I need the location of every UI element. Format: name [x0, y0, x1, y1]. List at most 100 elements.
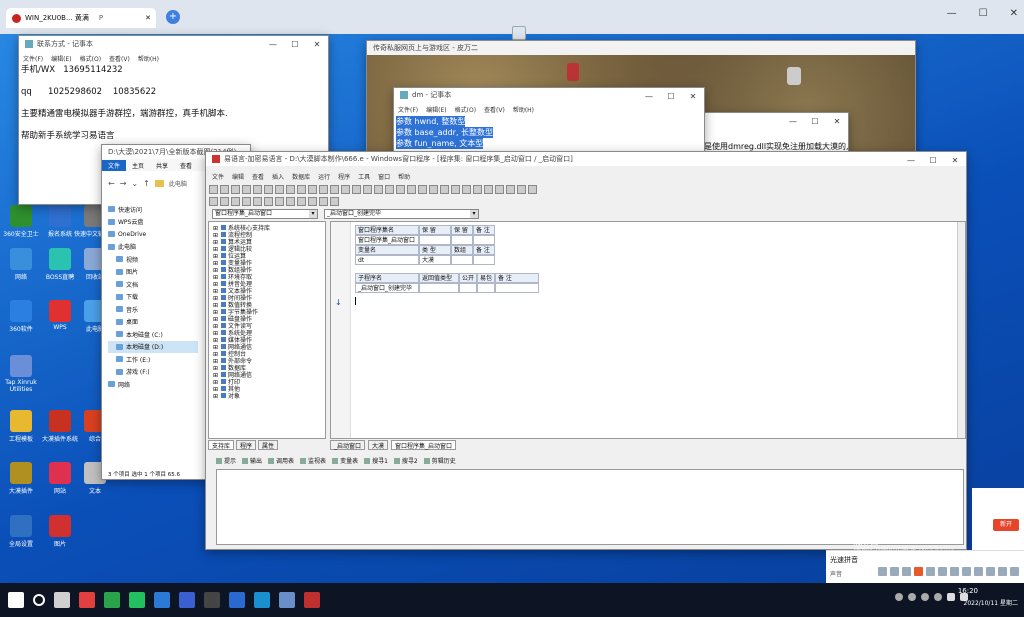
app-icon[interactable]: [304, 592, 320, 608]
nav-item[interactable]: 下载: [108, 291, 198, 304]
expand-icon[interactable]: ⊞: [213, 372, 219, 379]
browser-tab[interactable]: WIN_2KU0B... 黄满 P ✕: [6, 8, 156, 28]
app-icon[interactable]: [254, 592, 270, 608]
toolbar-button-icon[interactable]: [451, 185, 460, 194]
ide-menu-item[interactable]: 插入: [272, 172, 284, 181]
tree-item[interactable]: ⊞ 流程控制: [213, 232, 325, 239]
expand-icon[interactable]: ⊞: [213, 386, 219, 393]
table-cell[interactable]: 窗口程序集_启动窗口: [355, 235, 419, 245]
tree-item[interactable]: ⊞ 数据库: [213, 365, 325, 372]
expand-icon[interactable]: ⊞: [213, 316, 219, 323]
expand-icon[interactable]: ⊞: [213, 239, 219, 246]
maximize-icon[interactable]: ☐: [922, 152, 944, 168]
table-cell[interactable]: _启动窗口_创建完毕: [355, 283, 419, 293]
app-icon[interactable]: [204, 592, 220, 608]
clock-date[interactable]: 2022/10/11 星期二: [964, 598, 1019, 607]
tree-item[interactable]: ⊞ 其他: [213, 386, 325, 393]
ime-tool-icon[interactable]: [950, 567, 959, 576]
tab-support[interactable]: 支持库: [208, 440, 235, 450]
address-path[interactable]: 此电脑: [169, 179, 187, 188]
maximize-icon[interactable]: ☐: [979, 8, 988, 19]
tray-icon[interactable]: [921, 593, 929, 601]
toolbar-button-icon[interactable]: [297, 185, 306, 194]
chevron-down-icon[interactable]: ▾: [309, 210, 317, 218]
menu-item[interactable]: 格式(O): [80, 54, 101, 63]
toolbar-button-icon[interactable]: [242, 185, 251, 194]
ribbon-file-tab[interactable]: 文件: [102, 159, 127, 171]
tree-item[interactable]: ⊞ 数组操作: [213, 267, 325, 274]
ime-tool-icon[interactable]: [1010, 567, 1019, 576]
bottom-tab[interactable]: 搜寻2: [393, 456, 418, 465]
nav-item[interactable]: 此电脑: [108, 241, 198, 254]
toolbar-button-icon[interactable]: [484, 185, 493, 194]
maximize-icon[interactable]: ☐: [660, 88, 682, 104]
menu-item[interactable]: 帮助(H): [513, 105, 534, 114]
toolbar-button-icon[interactable]: [264, 197, 273, 206]
expand-icon[interactable]: ⊞: [213, 302, 219, 309]
ide-menu-item[interactable]: 文件: [212, 172, 224, 181]
tree-item[interactable]: ⊞ 位运算: [213, 253, 325, 260]
notepad-icon[interactable]: [279, 592, 295, 608]
app-icon[interactable]: [79, 592, 95, 608]
expand-icon[interactable]: ⊞: [213, 309, 219, 316]
toolbar-button-icon[interactable]: [308, 197, 317, 206]
desktop-icon[interactable]: 图片: [35, 515, 85, 548]
doc-tab[interactable]: 大漠: [368, 440, 389, 450]
toolbar-button-icon[interactable]: [264, 185, 273, 194]
nav-item[interactable]: OneDrive: [108, 228, 198, 241]
expand-icon[interactable]: ⊞: [213, 232, 219, 239]
close-icon[interactable]: ✕: [306, 36, 328, 52]
app-icon[interactable]: [154, 592, 170, 608]
bottom-tab[interactable]: 输出: [242, 456, 262, 465]
tree-item[interactable]: ⊞ 算术运算: [213, 239, 325, 246]
tree-item[interactable]: ⊞ 系统处理: [213, 330, 325, 337]
search-icon[interactable]: [33, 594, 45, 606]
toolbar-button-icon[interactable]: [429, 185, 438, 194]
nav-item[interactable]: 文档: [108, 278, 198, 291]
table-cell[interactable]: [495, 283, 539, 293]
toolbar-button-icon[interactable]: [418, 185, 427, 194]
nav-item[interactable]: 音乐: [108, 303, 198, 316]
close-icon[interactable]: ✕: [944, 152, 966, 168]
toolbar-button-icon[interactable]: [209, 197, 218, 206]
menu-item[interactable]: 查看(V): [484, 105, 505, 114]
toolbar-button-icon[interactable]: [231, 185, 240, 194]
nav-item[interactable]: WPS云盘: [108, 216, 198, 229]
table-cell[interactable]: [459, 283, 477, 293]
expand-icon[interactable]: ⊞: [213, 225, 219, 232]
ide-menu-item[interactable]: 窗口: [378, 172, 390, 181]
nav-item[interactable]: 工作 (E:): [108, 353, 198, 366]
tree-item[interactable]: ⊞ 环境存取: [213, 274, 325, 281]
ime-tool-icon[interactable]: [998, 567, 1007, 576]
ime-tool-icon[interactable]: [938, 567, 947, 576]
clock-time[interactable]: 16:20: [958, 587, 978, 595]
nav-item[interactable]: 桌面: [108, 316, 198, 329]
vertical-scrollbar[interactable]: [957, 222, 965, 438]
tree-item[interactable]: ⊞ 字节集操作: [213, 309, 325, 316]
table-cell[interactable]: [473, 255, 495, 265]
ime-tool-icon[interactable]: [914, 567, 923, 576]
ime-tool-icon[interactable]: [974, 567, 983, 576]
minimize-icon[interactable]: —: [900, 152, 922, 168]
tree-item[interactable]: ⊞ 变量操作: [213, 260, 325, 267]
tree-item[interactable]: ⊞ 数值转换: [213, 302, 325, 309]
toolbar-button-icon[interactable]: [275, 185, 284, 194]
toolbar-button-icon[interactable]: [209, 185, 218, 194]
toolbar-button-icon[interactable]: [231, 197, 240, 206]
tree-item[interactable]: ⊞ 网络通信: [213, 344, 325, 351]
back-icon[interactable]: ←: [108, 179, 115, 188]
table-cell[interactable]: [477, 283, 495, 293]
close-icon[interactable]: ✕: [145, 14, 151, 22]
ide-menu-item[interactable]: 查看: [252, 172, 264, 181]
expand-icon[interactable]: ⊞: [213, 365, 219, 372]
menu-item[interactable]: 格式(O): [455, 105, 476, 114]
tree-item[interactable]: ⊞ 控制台: [213, 351, 325, 358]
app-icon[interactable]: [179, 592, 195, 608]
code-editor[interactable]: ↓ 窗口程序集名 保 留 保 留 备 注 窗口程序集_启动窗口 变量名 类 型 …: [330, 221, 966, 439]
toolbar-button-icon[interactable]: [220, 197, 229, 206]
menu-item[interactable]: 编辑(E): [426, 105, 446, 114]
support-tree-panel[interactable]: ⊞ 系统核心支持库 ⊞ 流程控制 ⊞ 算术运算 ⊞ 逻辑比较 ⊞ 位运算 ⊞ 变量操作 ⊞ 数组操作 ⊞ 环境…: [208, 221, 326, 439]
toolbar-button-icon[interactable]: [253, 197, 262, 206]
expand-icon[interactable]: ⊞: [213, 323, 219, 330]
expand-icon[interactable]: ⊞: [213, 330, 219, 337]
